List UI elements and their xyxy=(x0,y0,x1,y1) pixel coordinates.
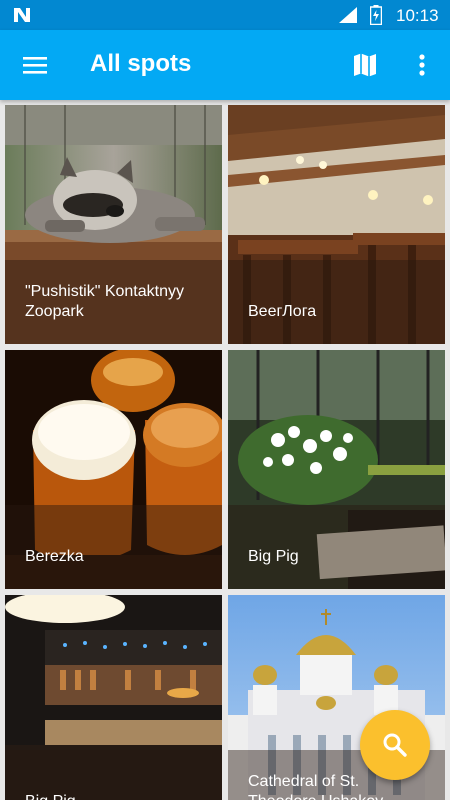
battery-icon xyxy=(370,5,382,25)
spot-name: ВеегЛога xyxy=(248,303,317,320)
search-icon xyxy=(383,733,407,757)
menu-icon[interactable] xyxy=(17,50,53,80)
signal-icon xyxy=(339,7,357,23)
spot-card[interactable]: ВеегЛога xyxy=(228,105,445,344)
spot-card[interactable]: Big Pig xyxy=(228,350,445,589)
spots-grid: "Pushistik" Kontaktnyy Zoopark ВеегЛога xyxy=(0,100,450,800)
spot-card[interactable]: Big Pig xyxy=(5,595,222,800)
map-icon[interactable] xyxy=(349,50,381,80)
spot-card[interactable]: Berezka xyxy=(5,350,222,589)
status-bar: 10:13 xyxy=(0,0,450,30)
more-vert-icon[interactable] xyxy=(408,50,436,80)
spot-card[interactable]: "Pushistik" Kontaktnyy Zoopark xyxy=(5,105,222,344)
spot-name: Berezka xyxy=(25,548,84,565)
spot-name: "Pushistik" Kontaktnyy Zoopark xyxy=(25,283,184,320)
status-time: 10:13 xyxy=(396,6,439,25)
search-button[interactable] xyxy=(360,710,430,780)
spot-name: Big Pig xyxy=(25,792,208,800)
spot-name: Big Pig xyxy=(248,548,299,565)
app-bar: All spots xyxy=(0,30,450,100)
notification-n-icon xyxy=(14,8,30,22)
page-title: All spots xyxy=(90,50,192,77)
